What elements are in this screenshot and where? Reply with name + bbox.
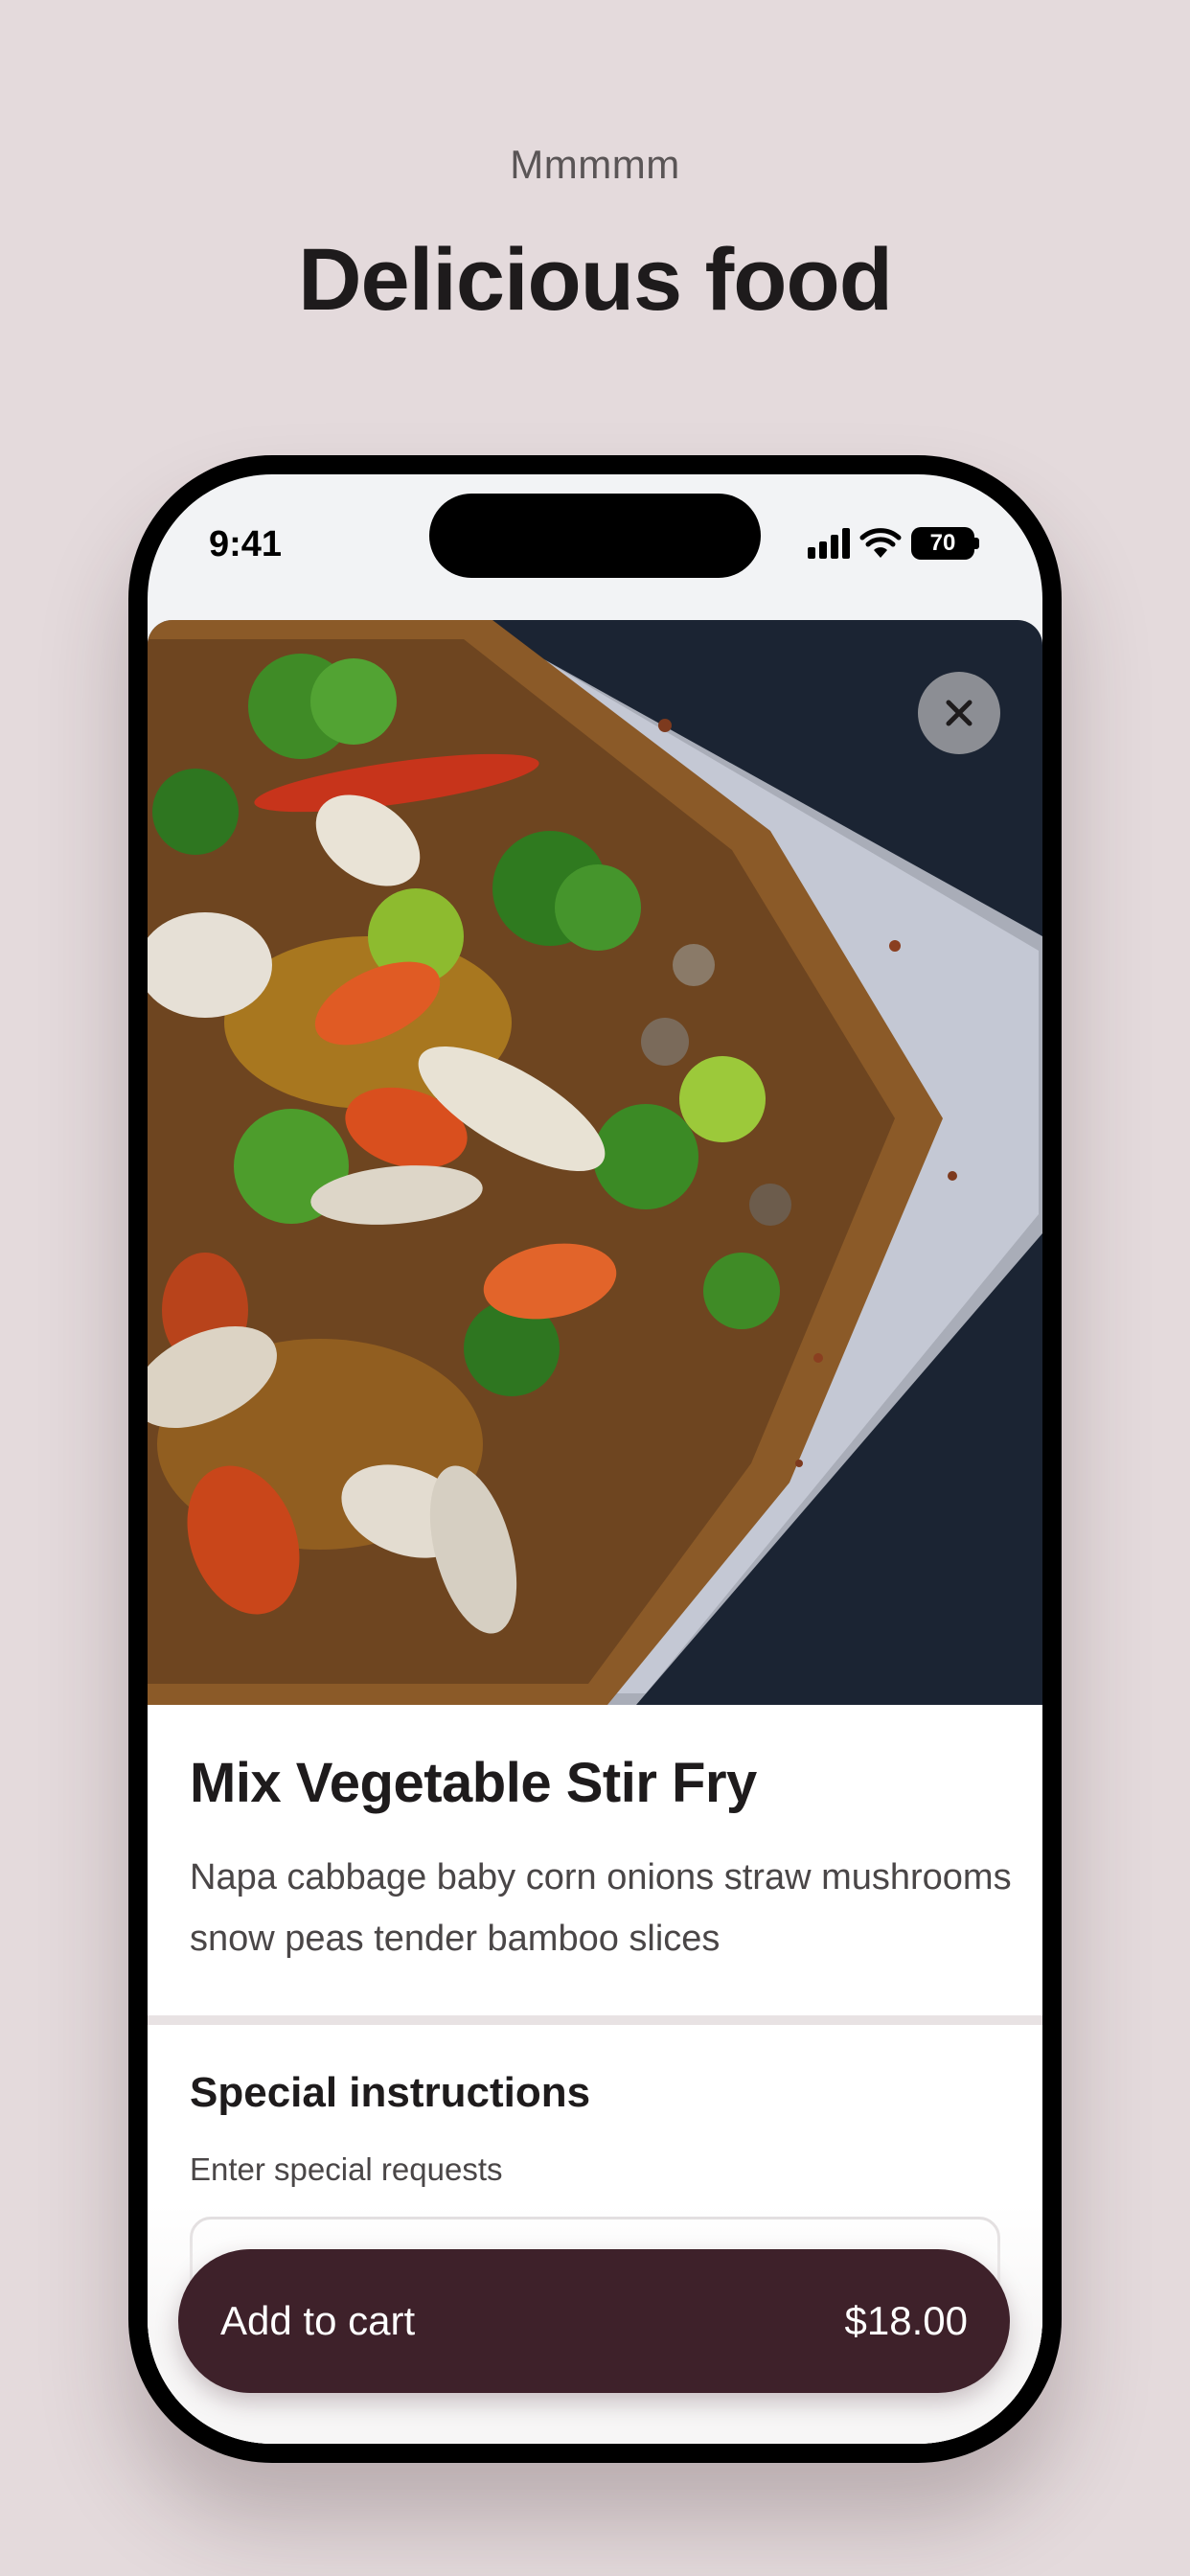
cart-price: $18.00 <box>844 2298 968 2343</box>
add-to-cart-button[interactable]: Add to cart $18.00 <box>178 2249 1010 2393</box>
status-icons: 70 <box>808 526 979 561</box>
phone-frame: 9:41 70 Mix Vegetable Stir Fry Napa cabb… <box>128 455 1062 2463</box>
status-time: 9:41 <box>209 524 283 564</box>
cellular-signal-icon <box>808 528 850 559</box>
page-headline: Delicious food <box>298 231 893 329</box>
battery-icon: 70 <box>911 527 979 560</box>
item-detail-sheet: Mix Vegetable Stir Fry Napa cabbage baby… <box>148 620 1042 2444</box>
special-instructions-title: Special instructions <box>190 2069 591 2116</box>
close-button[interactable] <box>918 672 1000 754</box>
food-photo <box>148 620 1042 1705</box>
close-icon <box>946 700 973 726</box>
dynamic-island <box>429 494 761 578</box>
battery-level: 70 <box>911 527 974 560</box>
item-description: Napa cabbage baby corn onions straw mush… <box>190 1857 1012 1959</box>
phone-screen: 9:41 70 Mix Vegetable Stir Fry Napa cabb… <box>148 474 1042 2444</box>
item-title: Mix Vegetable Stir Fry <box>190 1752 757 1814</box>
food-photo-image <box>148 620 1042 1705</box>
add-to-cart-label: Add to cart <box>220 2298 416 2343</box>
section-divider <box>148 2015 1042 2025</box>
special-instructions-subtitle: Enter special requests <box>190 2151 503 2187</box>
wifi-icon <box>859 528 902 558</box>
eyebrow-text: Mmmmm <box>510 142 680 187</box>
